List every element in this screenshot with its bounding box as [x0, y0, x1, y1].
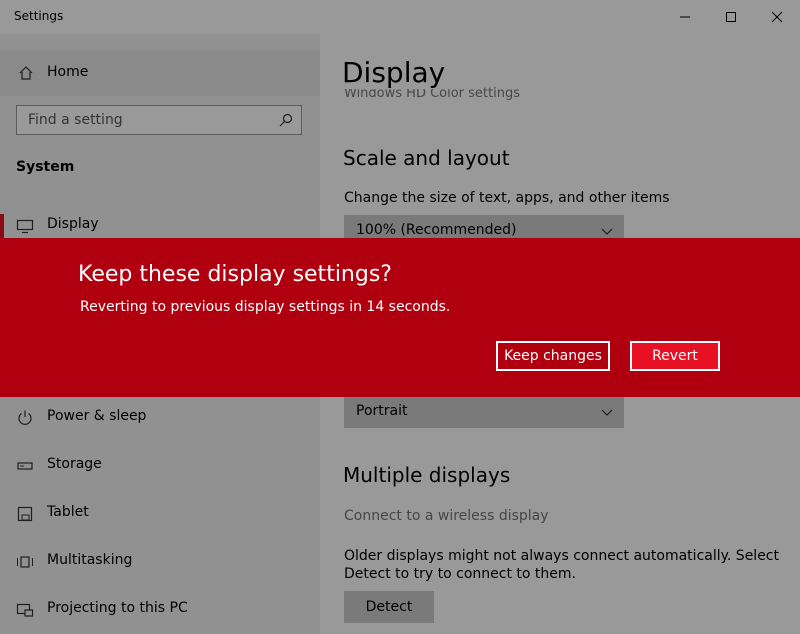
keep-settings-banner: Keep these display settings? Reverting t…: [0, 238, 800, 397]
revert-button[interactable]: Revert: [630, 341, 720, 371]
keep-changes-button[interactable]: Keep changes: [496, 341, 610, 371]
banner-message: Reverting to previous display settings i…: [80, 299, 451, 315]
settings-window: Settings Home Find a setting System Disp…: [0, 0, 800, 634]
banner-heading: Keep these display settings?: [78, 262, 392, 287]
